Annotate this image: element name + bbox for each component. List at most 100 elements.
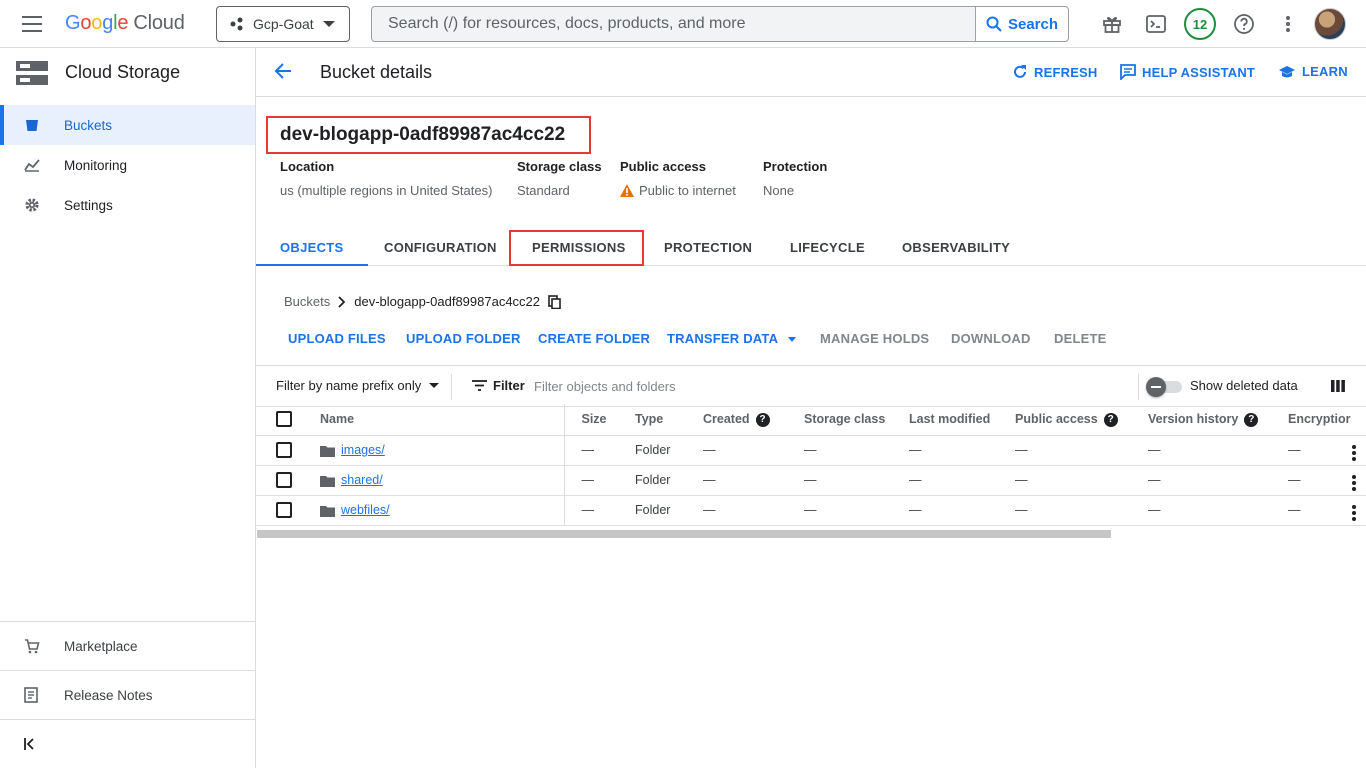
- cell-size: —: [564, 435, 618, 466]
- breadcrumb: Buckets dev-blogapp-0adf89987ac4cc22: [284, 294, 561, 309]
- search-button[interactable]: Search: [975, 7, 1068, 41]
- page-title: Bucket details: [320, 62, 433, 82]
- help-icon[interactable]: ?: [1244, 412, 1259, 427]
- filter-input[interactable]: [534, 372, 1094, 400]
- column-created[interactable]: Created?: [686, 404, 787, 436]
- sidebar-item-release-notes[interactable]: Release Notes: [0, 670, 255, 719]
- upload-files-button[interactable]: UPLOAD FILES: [288, 331, 386, 346]
- tab-lifecycle[interactable]: LIFECYCLE: [790, 229, 865, 265]
- cell-size: —: [564, 495, 618, 526]
- show-deleted-toggle[interactable]: [1146, 376, 1182, 397]
- tab-protection[interactable]: PROTECTION: [664, 229, 752, 265]
- filter-button[interactable]: Filter: [472, 378, 525, 393]
- filter-bar: Filter by name prefix only Filter Show d…: [256, 365, 1366, 407]
- sidebar-item-settings[interactable]: Settings: [0, 185, 255, 225]
- cell-created: —: [686, 465, 787, 496]
- object-link[interactable]: images/: [341, 443, 385, 457]
- collapse-sidebar-button[interactable]: [0, 719, 255, 768]
- location-value: us (multiple regions in United States): [280, 183, 493, 198]
- copy-icon[interactable]: [548, 294, 561, 309]
- sidebar-header: Cloud Storage: [0, 48, 255, 97]
- column-storage-class[interactable]: Storage class: [787, 404, 892, 436]
- bucket-storage-class: Storage class Standard: [517, 159, 602, 198]
- column-last-modified[interactable]: Last modified: [892, 404, 998, 436]
- help-icon[interactable]: [1230, 10, 1258, 38]
- tab-configuration[interactable]: CONFIGURATION: [384, 229, 497, 265]
- search-input[interactable]: [372, 7, 976, 41]
- download-button[interactable]: DOWNLOAD: [951, 331, 1031, 346]
- manage-holds-button[interactable]: MANAGE HOLDS: [820, 331, 929, 346]
- main-menu-icon[interactable]: [22, 16, 42, 32]
- sidebar-item-buckets[interactable]: Buckets: [0, 105, 255, 145]
- help-icon[interactable]: ?: [1103, 412, 1118, 427]
- show-deleted-label: Show deleted data: [1190, 378, 1298, 393]
- permissions-tab-highlight: [509, 230, 644, 266]
- more-vert-icon[interactable]: [1352, 444, 1356, 461]
- breadcrumb-buckets[interactable]: Buckets: [284, 294, 330, 309]
- bucket-name-heading: dev-blogapp-0adf89987ac4cc22: [266, 116, 591, 154]
- cell-created: —: [686, 495, 787, 526]
- object-link[interactable]: shared/: [341, 473, 383, 487]
- marketplace-label: Marketplace: [64, 638, 138, 654]
- filter-prefix-dropdown[interactable]: Filter by name prefix only: [276, 378, 440, 393]
- create-folder-button[interactable]: CREATE FOLDER: [538, 331, 650, 346]
- cloud-shell-icon[interactable]: [1142, 10, 1170, 38]
- help-assistant-button[interactable]: HELP ASSISTANT: [1120, 64, 1255, 80]
- search-button-label: Search: [1007, 15, 1059, 33]
- sidebar-item-monitoring[interactable]: Monitoring: [0, 145, 255, 185]
- more-vert-icon[interactable]: [1352, 474, 1356, 491]
- avatar[interactable]: [1314, 8, 1346, 40]
- row-checkbox[interactable]: [276, 442, 292, 458]
- filter-icon: [472, 380, 487, 391]
- sidebar-item-marketplace[interactable]: Marketplace: [0, 621, 255, 670]
- learn-label: LEARN: [1302, 64, 1348, 79]
- column-display-icon[interactable]: [1331, 379, 1345, 398]
- column-name[interactable]: Name: [312, 404, 565, 436]
- row-checkbox[interactable]: [276, 472, 292, 488]
- column-encryption[interactable]: Encryptior: [1271, 404, 1366, 436]
- folder-icon: [320, 475, 335, 487]
- search-icon: [986, 16, 1002, 32]
- google-cloud-logo[interactable]: Google Cloud: [65, 12, 185, 35]
- gift-icon[interactable]: [1098, 10, 1126, 38]
- column-size[interactable]: Size: [564, 404, 618, 436]
- column-created-label: Created: [703, 411, 750, 426]
- tab-objects[interactable]: OBJECTS: [256, 229, 368, 266]
- cell-public-access: —: [998, 435, 1131, 466]
- transfer-data-label: TRANSFER DATA: [667, 331, 778, 346]
- column-type[interactable]: Type: [618, 404, 686, 436]
- more-vert-icon[interactable]: [1352, 504, 1356, 521]
- sidebar-item-label: Buckets: [64, 117, 113, 133]
- monitoring-icon: [24, 157, 40, 173]
- logo-cloud-text: Cloud: [133, 12, 185, 34]
- page-header: Bucket details REFRESH HELP ASSISTANT LE…: [256, 48, 1366, 97]
- sidebar-item-label: Monitoring: [64, 157, 128, 173]
- product-title: Cloud Storage: [65, 62, 181, 82]
- help-icon[interactable]: ?: [755, 412, 770, 427]
- select-all-checkbox[interactable]: [276, 411, 292, 428]
- upload-folder-button[interactable]: UPLOAD FOLDER: [406, 331, 521, 346]
- object-link[interactable]: webfiles/: [341, 503, 390, 517]
- cloud-storage-icon: [16, 60, 48, 85]
- back-arrow-icon[interactable]: [274, 62, 292, 85]
- learn-button[interactable]: LEARN: [1278, 64, 1348, 79]
- refresh-button[interactable]: REFRESH: [1012, 64, 1098, 80]
- logo-google-text: Google: [65, 12, 129, 34]
- breadcrumb-current: dev-blogapp-0adf89987ac4cc22: [354, 294, 541, 309]
- gear-icon: [24, 197, 40, 213]
- row-checkbox[interactable]: [276, 502, 292, 518]
- horizontal-scrollbar[interactable]: [257, 530, 1111, 538]
- column-version-history[interactable]: Version history?: [1131, 404, 1271, 436]
- tab-observability[interactable]: OBSERVABILITY: [902, 229, 1010, 265]
- transfer-data-button[interactable]: TRANSFER DATA: [667, 331, 796, 346]
- notification-badge[interactable]: 12: [1184, 8, 1216, 40]
- project-picker[interactable]: Gcp-Goat: [216, 6, 350, 42]
- warning-icon: [620, 184, 634, 197]
- sidebar: Cloud Storage Buckets Monitoring Setting…: [0, 48, 256, 768]
- help-assistant-label: HELP ASSISTANT: [1142, 64, 1256, 80]
- column-public-access[interactable]: Public access?: [998, 404, 1131, 436]
- filter-label: Filter: [493, 378, 525, 393]
- more-vert-icon[interactable]: [1274, 10, 1302, 38]
- delete-button[interactable]: DELETE: [1054, 331, 1106, 346]
- chevron-down-icon: [323, 21, 335, 27]
